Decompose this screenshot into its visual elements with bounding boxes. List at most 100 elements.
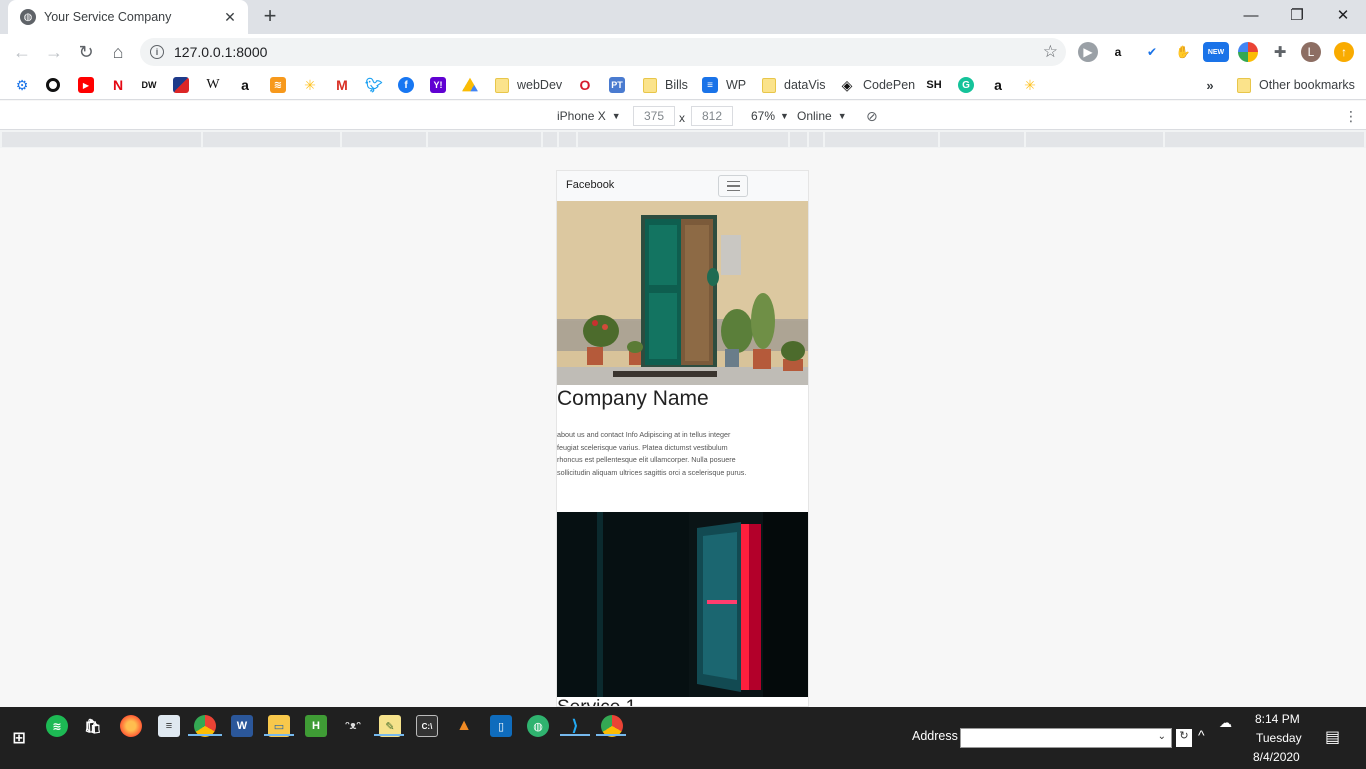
update-icon[interactable]: ↑ bbox=[1334, 42, 1354, 62]
address-bar[interactable]: i 127.0.0.1:8000 ☆ bbox=[140, 38, 1066, 66]
h-app-icon[interactable]: H bbox=[305, 715, 327, 737]
remote-icon[interactable]: ▯ bbox=[490, 715, 512, 737]
close-window-icon[interactable]: ✕ bbox=[1320, 0, 1366, 30]
bookmark-grammarly[interactable]: G bbox=[958, 75, 974, 95]
restore-icon[interactable]: ❐ bbox=[1274, 0, 1320, 30]
forward-icon[interactable]: → bbox=[40, 38, 68, 66]
bookmark-bills[interactable]: Bills bbox=[643, 75, 688, 95]
width-input[interactable]: 375 bbox=[633, 106, 675, 126]
bookmark-codepen[interactable]: ◈ CodePen bbox=[839, 75, 916, 95]
bookmarks-overflow[interactable]: » bbox=[1202, 75, 1218, 95]
bookmark-opera[interactable]: O bbox=[577, 75, 593, 95]
firefox-icon[interactable] bbox=[120, 715, 142, 737]
media-query-segment[interactable] bbox=[1165, 132, 1364, 147]
hamburger-menu-button[interactable] bbox=[718, 175, 748, 197]
bookmark-other[interactable]: Other bookmarks bbox=[1237, 75, 1355, 95]
media-query-segment[interactable] bbox=[825, 132, 938, 147]
extension-youtube-icon[interactable]: ▶ bbox=[1078, 42, 1098, 62]
new-tab-button[interactable]: + bbox=[258, 3, 282, 28]
bookmark-wikipedia[interactable]: W bbox=[205, 75, 221, 95]
media-query-segment[interactable] bbox=[342, 132, 426, 147]
network-select[interactable]: Online ▼ bbox=[797, 107, 847, 125]
address-toolbar-input[interactable]: ⌄ bbox=[960, 728, 1172, 748]
bookmark-dw[interactable]: DW bbox=[141, 75, 157, 95]
word-icon[interactable]: W bbox=[231, 715, 253, 737]
refresh-icon[interactable]: ↻ bbox=[1176, 729, 1192, 747]
extension-hand-icon[interactable]: ✋ bbox=[1173, 42, 1193, 62]
clock-time[interactable]: 8:14 PM bbox=[1255, 712, 1300, 726]
bookmark-wp[interactable]: ≡ WP bbox=[702, 75, 746, 95]
extension-color-icon[interactable] bbox=[1238, 42, 1258, 62]
bookmark-datavis[interactable]: dataVis bbox=[762, 75, 825, 95]
bookmark-facebook[interactable]: f bbox=[398, 75, 414, 95]
walmart-spark-icon: ✳ bbox=[304, 76, 316, 93]
bookmark-sh[interactable]: SH bbox=[926, 75, 942, 95]
media-query-segment[interactable] bbox=[940, 132, 1024, 147]
profile-avatar[interactable]: L bbox=[1301, 42, 1321, 62]
media-query-segment[interactable] bbox=[2, 132, 201, 147]
rotate-icon[interactable]: ⊘ bbox=[866, 107, 878, 125]
hedgehog-icon[interactable]: ᵔᴥᵔ bbox=[342, 715, 364, 737]
chevron-down-icon[interactable]: ⌄ bbox=[1158, 731, 1166, 742]
bookmark-label: dataVis bbox=[784, 78, 826, 92]
notepad-icon[interactable]: ≡ bbox=[158, 715, 180, 737]
close-tab-icon[interactable]: ✕ bbox=[222, 9, 238, 25]
bookmark-drive[interactable] bbox=[462, 75, 478, 95]
browser-tab[interactable]: ◍ Your Service Company ✕ bbox=[8, 0, 248, 34]
hamburger-bar bbox=[726, 181, 740, 183]
globe-app-icon[interactable]: ◍ bbox=[527, 715, 549, 737]
home-icon[interactable]: ⌂ bbox=[104, 38, 132, 66]
bookmark-walmart[interactable]: ✳ bbox=[302, 75, 318, 95]
navbar-brand[interactable]: Facebook bbox=[566, 179, 614, 191]
bookmark-settings[interactable]: ⚙ bbox=[14, 75, 30, 95]
extension-check-icon[interactable]: ✔ bbox=[1142, 42, 1162, 62]
windows-start-icon[interactable]: ⊞ bbox=[8, 727, 30, 749]
bookmark-news[interactable] bbox=[173, 75, 189, 95]
hamburger-bar bbox=[726, 189, 740, 191]
bookmark-yahoo[interactable]: Y! bbox=[430, 75, 446, 95]
bookmark-youtube[interactable]: ▶ bbox=[78, 75, 94, 95]
bookmark-amazon-2[interactable]: a bbox=[990, 75, 1006, 95]
height-input[interactable]: 812 bbox=[691, 106, 733, 126]
bookmark-netflix[interactable]: N bbox=[110, 75, 126, 95]
network-off-icon[interactable]: ☁ bbox=[1219, 715, 1232, 731]
zoom-select[interactable]: 67% ▼ bbox=[751, 107, 789, 125]
extension-new-icon[interactable]: NEW bbox=[1203, 42, 1229, 62]
vlc-icon[interactable]: ▲ bbox=[453, 715, 475, 737]
bookmark-gmail[interactable]: M bbox=[334, 75, 350, 95]
media-query-segment[interactable] bbox=[809, 132, 823, 147]
reload-icon[interactable]: ↻ bbox=[72, 38, 100, 66]
device-select[interactable]: iPhone X ▼ bbox=[557, 107, 621, 125]
bookmark-webdev[interactable]: webDev bbox=[495, 75, 562, 95]
bookmark-circle[interactable] bbox=[46, 75, 60, 95]
notifications-icon[interactable]: ▤ bbox=[1325, 727, 1340, 747]
bookmark-walmart-2[interactable]: ✳ bbox=[1022, 75, 1038, 95]
media-query-segment[interactable] bbox=[428, 132, 541, 147]
minimize-icon[interactable]: — bbox=[1228, 0, 1274, 30]
terminal-icon[interactable]: C:\ bbox=[416, 715, 438, 737]
bookmark-pt[interactable]: PT bbox=[609, 75, 625, 95]
bookmark-amazon[interactable]: a bbox=[237, 75, 253, 95]
bookmark-star-icon[interactable]: ☆ bbox=[1043, 42, 1058, 62]
chevron-up-icon[interactable]: ^ bbox=[1198, 727, 1205, 743]
media-query-segment[interactable] bbox=[559, 132, 576, 147]
media-query-segment[interactable] bbox=[543, 132, 557, 147]
active-indicator bbox=[264, 734, 294, 736]
media-query-segment[interactable] bbox=[1026, 132, 1163, 147]
bookmark-audible[interactable]: ≋ bbox=[270, 75, 286, 95]
media-query-segment[interactable] bbox=[578, 132, 788, 147]
bookmark-twitter[interactable]: 🐦︎ bbox=[365, 75, 383, 95]
spotify-icon[interactable]: ≋ bbox=[46, 715, 68, 737]
folder-icon bbox=[762, 77, 776, 93]
info-icon[interactable]: i bbox=[150, 45, 164, 59]
extension-amazon-icon[interactable]: a bbox=[1108, 42, 1128, 62]
store-icon[interactable]: 🛍︎ bbox=[82, 715, 104, 737]
media-query-segment[interactable] bbox=[203, 132, 340, 147]
back-icon[interactable]: ← bbox=[8, 38, 36, 66]
company-name-heading: Company Name bbox=[557, 387, 709, 410]
device-toolbar: iPhone X ▼ 375 x 812 67% ▼ Online ▼ ⊘ ⋮ bbox=[0, 101, 1366, 130]
wikipedia-icon: W bbox=[206, 77, 220, 92]
media-query-segment[interactable] bbox=[790, 132, 807, 147]
extensions-puzzle-icon[interactable]: ✚ bbox=[1270, 42, 1290, 62]
more-options-icon[interactable]: ⋮ bbox=[1344, 107, 1358, 125]
